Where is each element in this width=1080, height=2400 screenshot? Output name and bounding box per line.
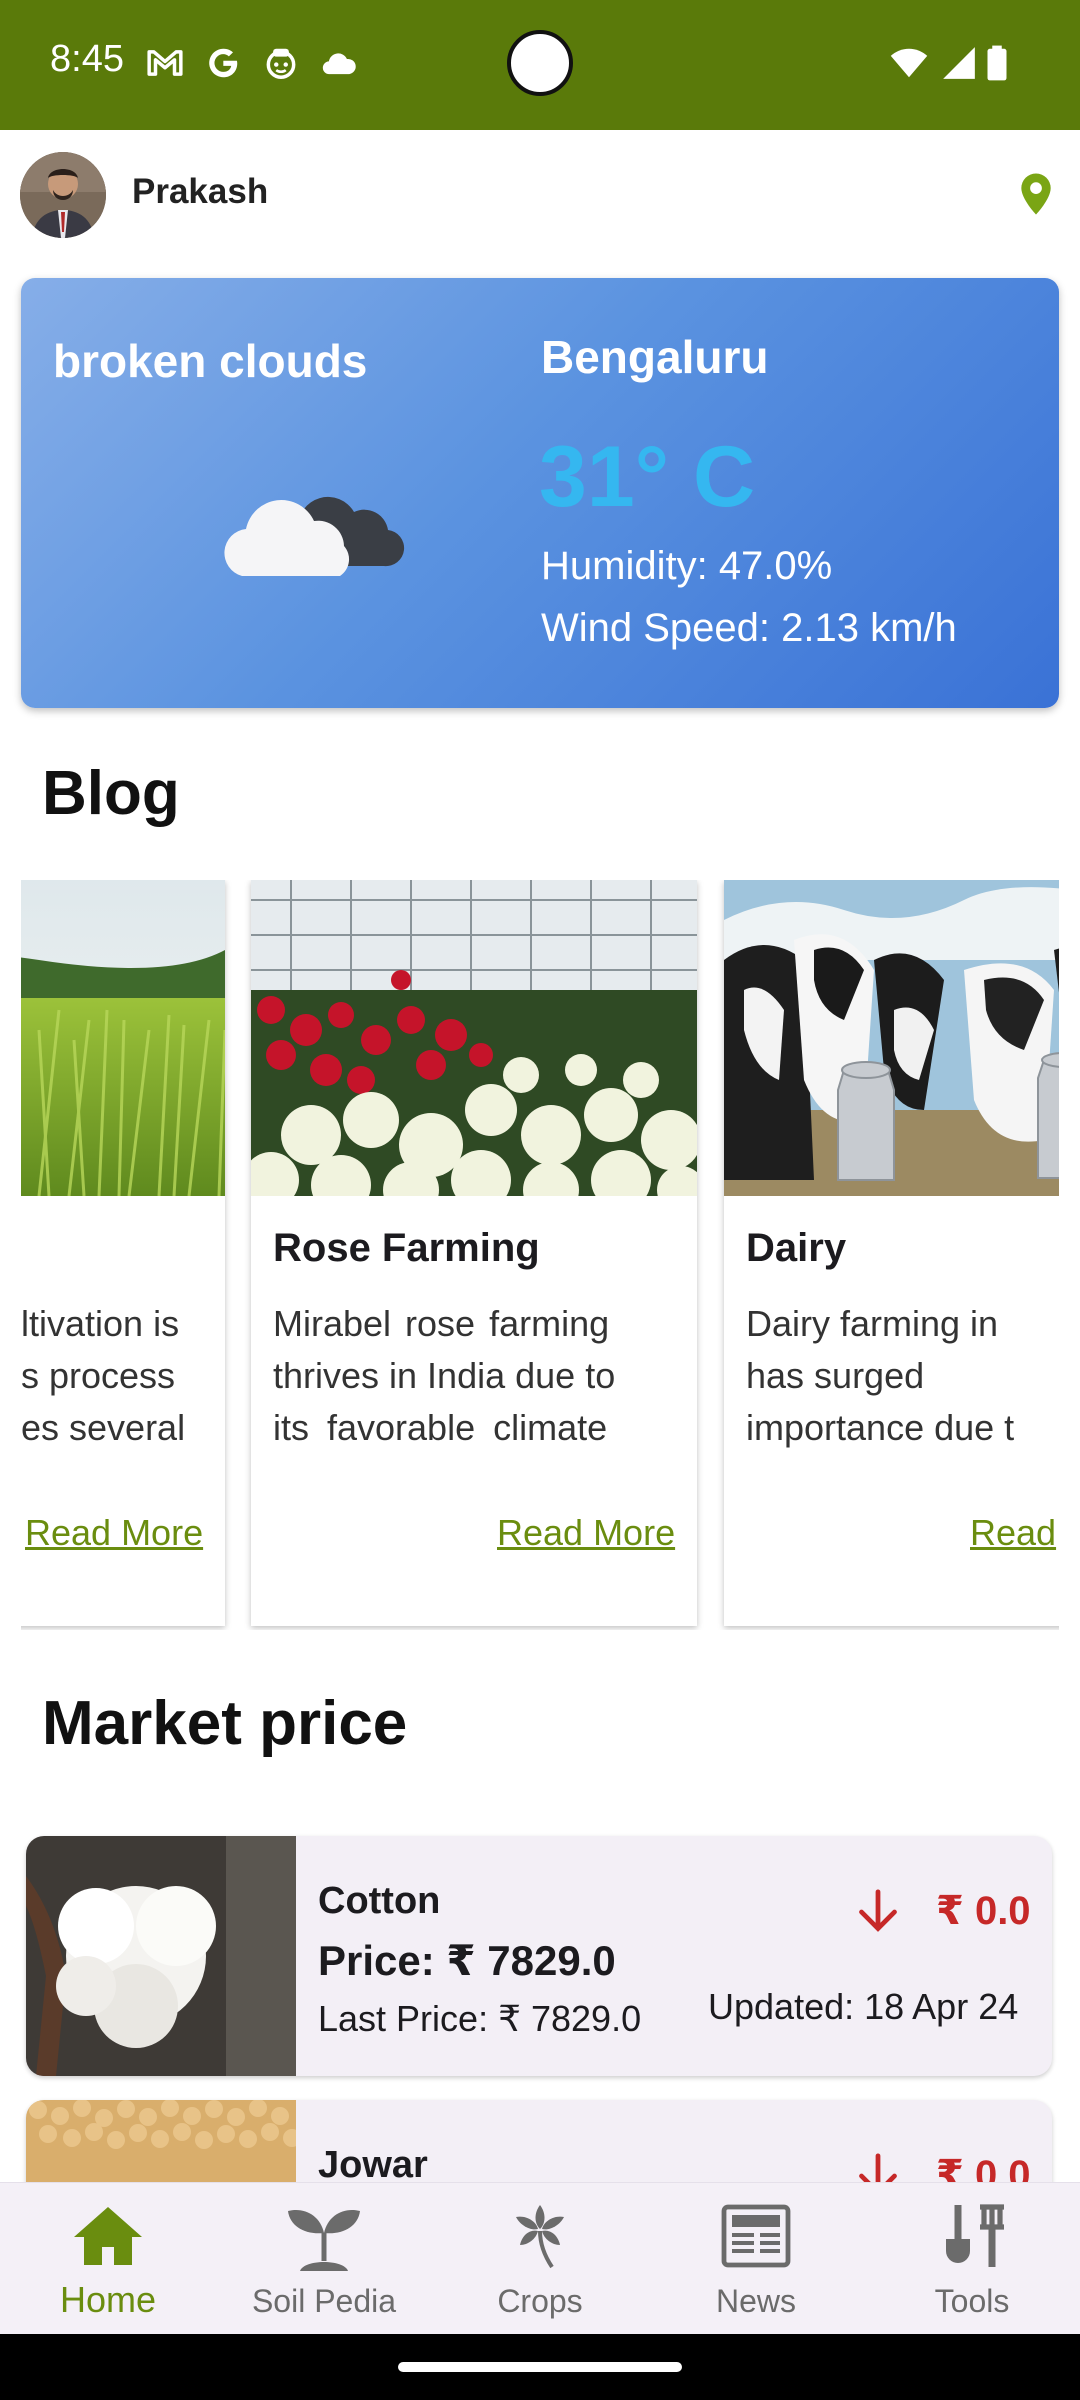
blog-card-excerpt-line: has surged: [746, 1355, 925, 1396]
read-more-link[interactable]: Read More: [497, 1512, 675, 1554]
weather-card[interactable]: broken clouds Bengaluru 31° C Humidity: …: [21, 278, 1059, 708]
status-bar: 8:45: [0, 0, 1080, 130]
camera-cutout: [507, 30, 573, 96]
weather-wind-speed: Wind Speed: 2.13 km/h: [541, 606, 957, 650]
status-time: 8:45: [50, 38, 124, 80]
battery-icon: [987, 45, 1007, 81]
blog-card-excerpt-line: its favorable climate: [273, 1407, 608, 1448]
crop-flower-icon: [516, 2205, 564, 2269]
nav-label: Tools: [934, 2283, 1010, 2319]
nav-news[interactable]: News: [648, 2183, 864, 2335]
market-item-last-price: Last Price: ₹ 7829.0: [318, 1998, 642, 2039]
blog-card-excerpt-line: s process: [21, 1355, 176, 1396]
weather-humidity: Humidity: 47.0%: [541, 544, 833, 588]
bottom-navigation: Home Soil Pedia Crops News Tools: [0, 2182, 1080, 2334]
nav-home[interactable]: Home: [0, 2183, 216, 2335]
avatar[interactable]: [20, 152, 106, 238]
market-section-title: Market price: [42, 1689, 408, 1758]
user-name: Prakash: [132, 172, 269, 211]
market-image-cotton: [26, 1836, 296, 2076]
blog-section-title: Blog: [42, 759, 180, 828]
blog-image-rose-greenhouse: [251, 880, 697, 1196]
system-gesture-area: [0, 2334, 1080, 2400]
blog-card[interactable]: Dairy Dairy farming in has surged import…: [724, 880, 1059, 1626]
nav-crops[interactable]: Crops: [432, 2183, 648, 2335]
sprout-icon: [288, 2209, 360, 2271]
avatar-photo: [20, 152, 106, 238]
read-more-link[interactable]: Read More: [25, 1512, 203, 1554]
blog-card-excerpt: Mirabel rose farming thrives in India du…: [273, 1298, 677, 1454]
blog-card-excerpt-line: Dairy farming in: [746, 1303, 999, 1344]
signal-icon: [943, 47, 975, 79]
blog-carousel[interactable]: ltivation is s process es several Read M…: [21, 880, 1059, 1630]
blog-card-excerpt-line: thrives in India due to: [273, 1355, 616, 1396]
newspaper-icon: [721, 2204, 791, 2268]
blog-card-excerpt-line: ltivation is: [21, 1303, 180, 1344]
nav-label: Crops: [497, 2283, 583, 2319]
blog-card-excerpt-line: importance due t: [746, 1407, 1015, 1448]
blog-card-excerpt: ltivation is s process es several: [21, 1298, 201, 1454]
tools-icon: [946, 2204, 1004, 2267]
blog-card[interactable]: ltivation is s process es several Read M…: [21, 880, 225, 1626]
blog-card[interactable]: Rose Farming Mirabel rose farming thrive…: [251, 880, 697, 1626]
blog-image-dairy-cows: [724, 880, 1059, 1196]
market-item-name: Jowar: [318, 2144, 428, 2186]
market-item-updated: Updated: 18 Apr 24: [708, 1986, 1019, 2027]
nav-label: Home: [59, 2279, 157, 2320]
gesture-handle[interactable]: [398, 2362, 682, 2372]
blog-card-title: Rose Farming: [273, 1226, 540, 1270]
nav-soil-pedia[interactable]: Soil Pedia: [216, 2183, 432, 2335]
blog-card-excerpt-line: Mirabel rose farming: [273, 1303, 610, 1344]
market-item-name: Cotton: [318, 1880, 441, 1922]
nav-label: News: [715, 2283, 796, 2319]
nav-tools[interactable]: Tools: [864, 2183, 1080, 2335]
read-more-link[interactable]: Read: [970, 1512, 1056, 1554]
gmail-icon: [147, 50, 183, 76]
blog-image-rice-field: [21, 880, 225, 1196]
google-icon: [209, 48, 238, 78]
arrow-down-icon: [859, 1889, 897, 1932]
blog-card-excerpt-line: es several: [21, 1407, 186, 1448]
broken-clouds-icon: [224, 496, 405, 576]
weather-description: broken clouds: [53, 335, 368, 387]
blog-card-excerpt: Dairy farming in has surged importance d…: [746, 1298, 1059, 1454]
blog-card-title: Dairy: [746, 1226, 847, 1270]
location-pin-icon[interactable]: [1018, 172, 1054, 216]
face-icon: [266, 48, 296, 79]
market-item-price: Price: ₹ 7829.0: [318, 1937, 616, 1984]
weather-temperature: 31° C: [539, 429, 756, 525]
cloud-icon: [322, 53, 356, 75]
home-icon: [74, 2207, 142, 2265]
weather-city: Bengaluru: [541, 331, 769, 383]
market-item-cotton[interactable]: Cotton Price: ₹ 7829.0 Last Price: ₹ 782…: [26, 1836, 1052, 2076]
nav-label: Soil Pedia: [251, 2283, 397, 2319]
market-item-change: ₹ 0.0: [936, 1889, 1031, 1933]
wifi-icon: [890, 48, 928, 78]
